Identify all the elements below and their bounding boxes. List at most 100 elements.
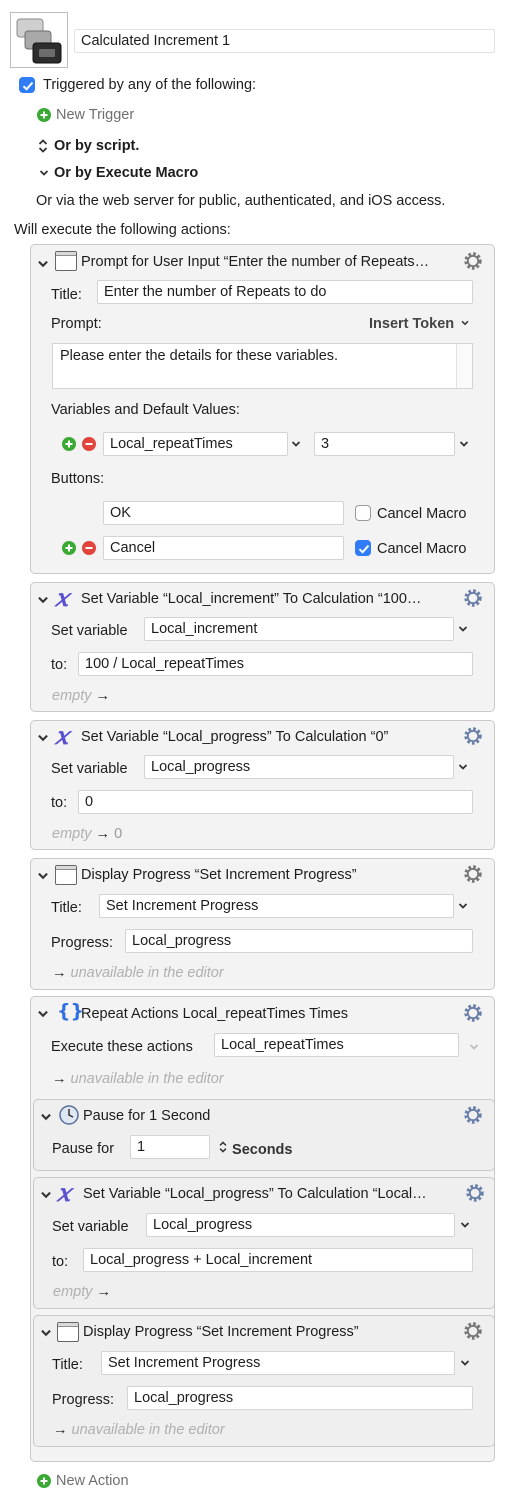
- collapse-chevron-icon[interactable]: [39, 1110, 53, 1124]
- gear-with-clock-icon[interactable]: [462, 1002, 484, 1024]
- execute-times-field[interactable]: Local_repeatTimes: [214, 1033, 459, 1057]
- triggered-checkbox[interactable]: [19, 77, 35, 93]
- result-empty: empty: [53, 1284, 93, 1300]
- progress-field[interactable]: Local_progress: [127, 1386, 473, 1410]
- gear-icon[interactable]: [464, 1182, 486, 1204]
- remove-variable-minus-icon[interactable]: [82, 437, 96, 451]
- execute-times-chevron-icon: [469, 1044, 479, 1050]
- collapse-chevron-icon[interactable]: [36, 257, 50, 271]
- action-title: Prompt for User Input “Enter the number …: [81, 254, 430, 270]
- action-title: Set Variable “Local_progress” To Calcula…: [81, 729, 389, 745]
- ok-cancel-macro-checkbox[interactable]: [355, 505, 371, 521]
- new-action-plus-icon[interactable]: [37, 1474, 51, 1488]
- action-set-variable-increment[interactable]: 𝑥 Set Variable “Local_increment” To Calc…: [30, 582, 495, 712]
- action-repeat[interactable]: {} Repeat Actions Local_repeatTimes Time…: [30, 996, 495, 1462]
- window-icon: [55, 865, 77, 885]
- collapse-chevron-icon[interactable]: [36, 869, 50, 883]
- collapse-chevron-icon[interactable]: [36, 1007, 50, 1021]
- title-chevron-icon[interactable]: [459, 1357, 471, 1369]
- result-unavailable: unavailable in the editor: [70, 965, 224, 981]
- window-icon: [55, 251, 77, 271]
- updown-chevron-icon: [219, 1141, 227, 1153]
- new-trigger-plus-icon[interactable]: [37, 108, 51, 122]
- progress-field[interactable]: Local_progress: [125, 929, 473, 953]
- action-display-progress-nested[interactable]: Display Progress “Set Increment Progress…: [33, 1315, 495, 1447]
- collapse-chevron-icon[interactable]: [36, 593, 50, 607]
- variable-default-field[interactable]: 3: [314, 432, 455, 456]
- title-label: Title:: [51, 900, 82, 916]
- result-preview: empty →: [53, 1284, 111, 1300]
- variable-field[interactable]: Local_progress: [146, 1213, 455, 1237]
- to-label: to:: [52, 1254, 69, 1270]
- action-title: Repeat Actions Local_repeatTimes Times: [81, 1006, 349, 1022]
- button-cancel-field[interactable]: Cancel: [103, 536, 344, 560]
- button-ok-field[interactable]: OK: [103, 501, 344, 525]
- gear-icon[interactable]: [462, 725, 484, 747]
- gear-icon[interactable]: [462, 587, 484, 609]
- title-field[interactable]: Enter the number of Repeats to do: [97, 280, 473, 304]
- variable-chevron-icon[interactable]: [457, 761, 469, 773]
- execute-label: Execute these actions: [51, 1039, 193, 1055]
- result-preview: → unavailable in the editor: [52, 1071, 224, 1087]
- variable-name-field[interactable]: Local_repeatTimes: [103, 432, 288, 456]
- action-pause[interactable]: Pause for 1 Second Pause for 1 Seconds: [33, 1099, 495, 1171]
- prompt-textarea[interactable]: Please enter the details for these varia…: [52, 343, 473, 389]
- chevron-down-icon[interactable]: [38, 167, 50, 179]
- title-field[interactable]: Set Increment Progress: [101, 1351, 455, 1375]
- cancel-cancel-macro-checkbox[interactable]: [355, 540, 371, 556]
- variables-label: Variables and Default Values:: [51, 402, 240, 418]
- gear-icon[interactable]: [462, 1320, 484, 1342]
- calculation-field[interactable]: 100 / Local_repeatTimes: [78, 652, 473, 676]
- title-field[interactable]: Set Increment Progress: [99, 894, 454, 918]
- chevron-down-icon: [461, 320, 469, 326]
- cancel-cancel-macro-label: Cancel Macro: [377, 541, 467, 557]
- gear-with-clock-icon[interactable]: [462, 1104, 484, 1126]
- variable-default-chevron-icon[interactable]: [458, 438, 470, 450]
- new-trigger-button[interactable]: New Trigger: [56, 107, 134, 123]
- gear-icon[interactable]: [462, 250, 484, 272]
- prompt-label: Prompt:: [51, 316, 102, 332]
- calculation-field[interactable]: 0: [78, 790, 473, 814]
- to-label: to:: [51, 657, 68, 673]
- action-prompt-user-input[interactable]: Prompt for User Input “Enter the number …: [30, 244, 495, 574]
- macro-name-field[interactable]: Calculated Increment 1: [74, 29, 495, 53]
- result-arrow: →: [52, 965, 67, 981]
- to-label: to:: [51, 795, 68, 811]
- collapse-chevron-icon[interactable]: [39, 1326, 53, 1340]
- collapse-chevron-icon[interactable]: [39, 1188, 53, 1202]
- set-variable-label: Set variable: [51, 761, 128, 777]
- buttons-label: Buttons:: [51, 471, 105, 487]
- result-preview: → unavailable in the editor: [52, 965, 224, 981]
- insert-token-menu[interactable]: Insert Token: [369, 316, 470, 332]
- textarea-scrollbar[interactable]: [456, 344, 472, 388]
- macro-icon[interactable]: [10, 12, 68, 68]
- action-display-progress[interactable]: Display Progress “Set Increment Progress…: [30, 858, 495, 990]
- add-variable-plus-icon[interactable]: [62, 437, 76, 451]
- variable-chevron-icon[interactable]: [459, 1219, 471, 1231]
- new-action-button[interactable]: New Action: [56, 1473, 129, 1489]
- remove-button-minus-icon[interactable]: [82, 541, 96, 555]
- variable-field[interactable]: Local_progress: [144, 755, 454, 779]
- calculation-x-icon: 𝑥: [57, 1178, 71, 1207]
- add-button-plus-icon[interactable]: [62, 541, 76, 555]
- calculation-field[interactable]: Local_progress + Local_increment: [83, 1248, 473, 1272]
- unit-label: Seconds: [232, 1142, 293, 1158]
- variable-field[interactable]: Local_increment: [144, 617, 454, 641]
- set-variable-label: Set variable: [51, 623, 128, 639]
- unit-selector[interactable]: Seconds: [218, 1140, 292, 1158]
- title-chevron-icon[interactable]: [457, 900, 469, 912]
- action-set-variable-progress-add[interactable]: 𝑥 Set Variable “Local_progress” To Calcu…: [33, 1177, 495, 1309]
- window-icon: [57, 1322, 79, 1342]
- updown-chevron-icon[interactable]: [37, 138, 49, 154]
- result-unavailable: unavailable in the editor: [71, 1422, 225, 1438]
- action-set-variable-progress[interactable]: 𝑥 Set Variable “Local_progress” To Calcu…: [30, 720, 495, 850]
- by-script-option[interactable]: Or by script.: [54, 138, 139, 154]
- pause-duration-field[interactable]: 1: [130, 1135, 210, 1159]
- gear-icon[interactable]: [462, 863, 484, 885]
- result-arrow: →: [95, 826, 111, 842]
- by-execute-macro-option[interactable]: Or by Execute Macro: [54, 165, 198, 181]
- variable-chevron-icon[interactable]: [457, 623, 469, 635]
- collapse-chevron-icon[interactable]: [36, 731, 50, 745]
- result-preview: empty →: [52, 688, 110, 704]
- variable-name-chevron-icon[interactable]: [290, 438, 302, 450]
